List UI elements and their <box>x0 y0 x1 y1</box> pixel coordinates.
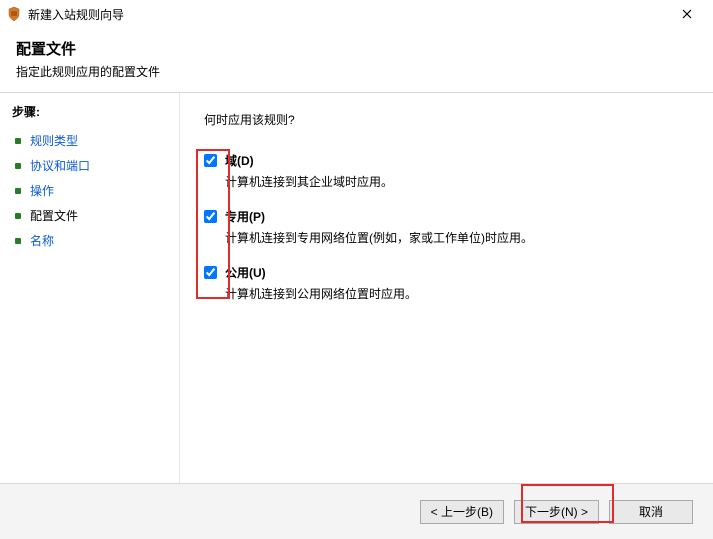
steps-label: 步骤: <box>12 103 175 120</box>
domain-desc: 计算机连接到其企业域时应用。 <box>225 173 689 190</box>
step-name[interactable]: 名称 <box>12 228 175 253</box>
app-icon <box>6 6 22 22</box>
step-label: 规则类型 <box>30 132 78 149</box>
private-checkbox[interactable] <box>204 210 217 223</box>
step-bullet-icon <box>14 162 22 170</box>
private-desc: 计算机连接到专用网络位置(例如，家或工作单位)时应用。 <box>225 229 689 246</box>
wizard-content: 何时应用该规则? 域(D) 计算机连接到其企业域时应用。 专用(P) 计算机连接… <box>180 93 713 492</box>
step-label: 操作 <box>30 182 54 199</box>
domain-label: 域(D) <box>225 152 254 169</box>
public-desc: 计算机连接到公用网络位置时应用。 <box>225 285 689 302</box>
step-bullet-icon <box>14 237 22 245</box>
domain-checkbox[interactable] <box>204 154 217 167</box>
step-rule-type[interactable]: 规则类型 <box>12 128 175 153</box>
wizard-footer: < 上一步(B) 下一步(N) > 取消 <box>0 483 713 539</box>
next-button[interactable]: 下一步(N) > <box>514 500 599 524</box>
option-private: 专用(P) 计算机连接到专用网络位置(例如，家或工作单位)时应用。 <box>204 208 689 246</box>
step-bullet-icon <box>14 212 22 220</box>
public-label: 公用(U) <box>225 264 266 281</box>
option-domain-row[interactable]: 域(D) <box>204 152 689 169</box>
back-button[interactable]: < 上一步(B) <box>420 500 504 524</box>
step-profile[interactable]: 配置文件 <box>12 203 175 228</box>
private-label: 专用(P) <box>225 208 265 225</box>
step-protocol-port[interactable]: 协议和端口 <box>12 153 175 178</box>
step-action[interactable]: 操作 <box>12 178 175 203</box>
page-title: 配置文件 <box>16 38 697 59</box>
step-bullet-icon <box>14 137 22 145</box>
step-label: 配置文件 <box>30 207 78 224</box>
window-title: 新建入站规则向导 <box>28 6 667 23</box>
cancel-button[interactable]: 取消 <box>609 500 693 524</box>
content-question: 何时应用该规则? <box>204 111 689 128</box>
option-public: 公用(U) 计算机连接到公用网络位置时应用。 <box>204 264 689 302</box>
wizard-header: 配置文件 指定此规则应用的配置文件 <box>0 28 713 86</box>
step-bullet-icon <box>14 187 22 195</box>
option-private-row[interactable]: 专用(P) <box>204 208 689 225</box>
titlebar: 新建入站规则向导 <box>0 0 713 28</box>
wizard-body: 步骤: 规则类型 协议和端口 操作 配置文件 名称 何时应用该规则? 域(D) <box>0 93 713 492</box>
step-label: 协议和端口 <box>30 157 90 174</box>
page-subtitle: 指定此规则应用的配置文件 <box>16 63 697 80</box>
close-button[interactable] <box>667 2 707 26</box>
step-label: 名称 <box>30 232 54 249</box>
close-icon <box>682 9 692 19</box>
option-domain: 域(D) 计算机连接到其企业域时应用。 <box>204 152 689 190</box>
steps-sidebar: 步骤: 规则类型 协议和端口 操作 配置文件 名称 <box>0 93 180 492</box>
option-public-row[interactable]: 公用(U) <box>204 264 689 281</box>
public-checkbox[interactable] <box>204 266 217 279</box>
